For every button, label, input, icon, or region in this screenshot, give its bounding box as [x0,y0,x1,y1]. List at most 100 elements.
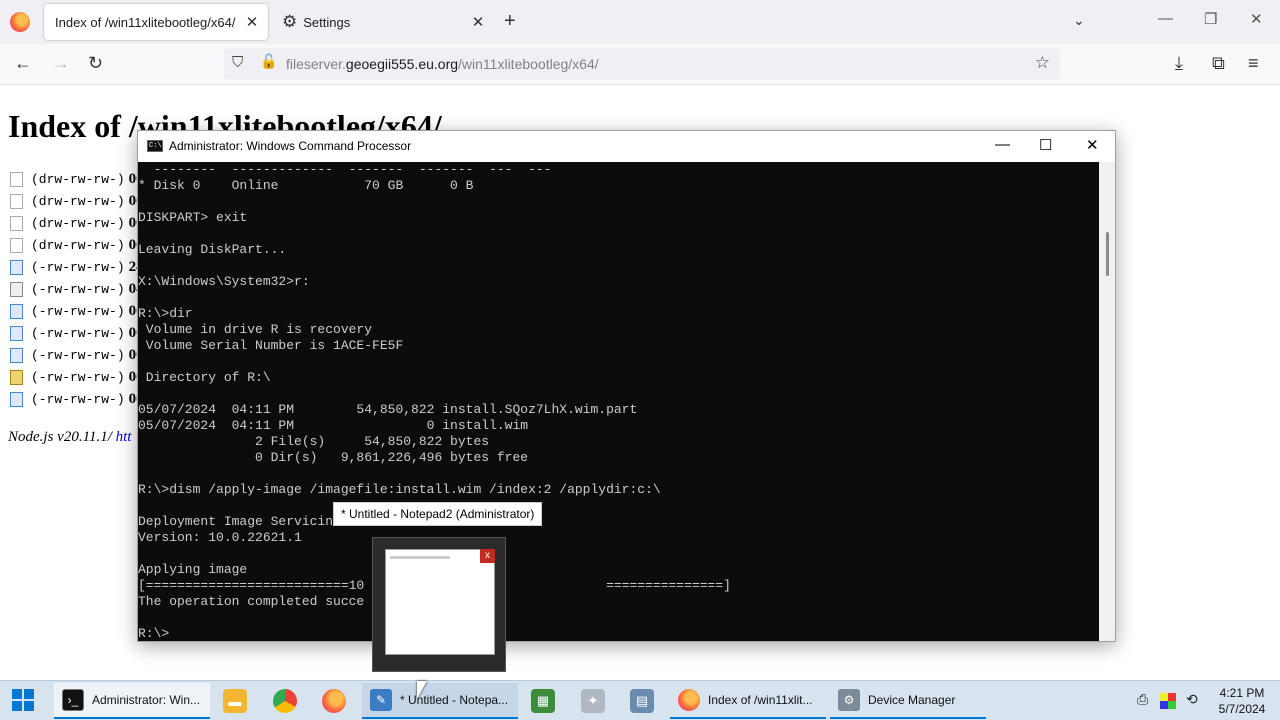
cmd-window-title: Administrator: Windows Command Processor [169,139,412,153]
list-item[interactable]: (-rw-rw-rw-)24 [10,256,144,278]
list-item[interactable]: (-rw-rw-rw-)06 [10,300,144,322]
device-manager-icon: ⚙ [838,689,860,711]
close-window-icon[interactable]: ✕ [1250,10,1263,28]
console-line: Leaving DiskPart... [138,242,287,257]
list-item[interactable]: (drw-rw-rw-)06 [10,212,144,234]
tab-bar: Index of /win11xlitebootleg/x64/ ✕ ⚙ Set… [0,0,1280,44]
tool-app-icon[interactable]: ✦ [581,689,605,713]
tab-index[interactable]: Index of /win11xlitebootleg/x64/ ✕ [44,4,268,40]
notepad2-icon: ✎ [370,689,392,711]
cmd-app-icon: C:\ [147,140,163,152]
console-line: Deployment Image Servicin [138,514,334,529]
chrome-icon[interactable] [273,689,297,713]
permissions-text: (drw-rw-rw-) [31,171,125,187]
tab-label: Index of /win11xlitebootleg/x64/ [55,14,236,30]
console-line: 2 File(s) 54,850,822 bytes [138,434,490,449]
document-icon [10,391,23,407]
console-output[interactable]: -------- ------------- ------- ------- -… [138,162,1099,641]
taskbar-preview-tooltip: * Untitled - Notepad2 (Administrator) [333,502,543,526]
url-text[interactable]: fileserver.geoegii555.eu.org/win11xliteb… [286,56,599,72]
forward-arrow-icon[interactable]: → [52,53,70,74]
system-clock[interactable]: 4:21 PM 5/7/2024 [1210,685,1274,717]
console-line: * Disk 0 Online 70 GB 0 B [138,178,474,193]
back-arrow-icon[interactable]: ← [14,53,32,74]
list-item[interactable]: (drw-rw-rw-)06 [10,168,144,190]
sync-tray-icon[interactable]: ⟲ [1186,691,1198,708]
console-line: DISKPART> exit [138,210,248,225]
tab-settings[interactable]: ⚙ Settings ✕ [272,4,494,40]
cmd-title-bar[interactable]: C:\ Administrator: Windows Command Proce… [138,131,1115,162]
permissions-text: (-rw-rw-rw-) [31,347,125,363]
calculator-icon[interactable]: ▤ [630,689,654,713]
taskbar-item-cmd[interactable]: ›_ Administrator: Win... [54,683,210,719]
console-scrollbar[interactable] [1099,162,1115,641]
console-line: 05/07/2024 04:11 PM 54,850,822 install.S… [138,402,638,417]
bookmark-star-icon[interactable]: ☆ [1035,53,1050,73]
permissions-text: (-rw-rw-rw-) [31,369,125,385]
list-all-tabs-icon[interactable]: ⌄ [1073,12,1085,29]
list-item[interactable]: (drw-rw-rw-)06 [10,234,144,256]
taskbar-item-device-manager[interactable]: ⚙ Device Manager [830,683,986,719]
gear-icon: ⚙ [282,12,298,31]
taskbar-item-label: Device Manager [868,693,956,707]
server-footer: Node.js v20.11.1/ htt [8,429,132,445]
new-tab-plus-icon[interactable]: + [504,10,516,33]
start-windows-icon[interactable] [12,689,34,711]
file-explorer-icon[interactable]: ▬ [223,689,247,713]
blank-file-icon [10,171,23,187]
downloads-icon[interactable]: ⤓ [1175,53,1183,74]
close-tab-icon[interactable]: ✕ [240,13,264,31]
permissions-text: (-rw-rw-rw-) [31,303,125,319]
spreadsheet-app-icon[interactable]: ▦ [531,689,555,713]
footer-link[interactable]: htt [116,429,132,445]
console-line: 05/07/2024 04:11 PM 0 install.wim [138,418,529,433]
notepad-thumbnail-image [385,549,495,655]
network-tray-icon[interactable]: ⎙ [1137,691,1148,708]
list-item[interactable]: (-rw-rw-rw-)06 [10,322,144,344]
extensions-icon[interactable]: ⧉ [1212,53,1225,74]
minimize-icon[interactable]: — [995,136,1010,153]
console-line: X:\Windows\System32>r: [138,274,310,289]
blank-file-icon [10,237,23,253]
console-line: Volume in drive R is recovery [138,322,373,337]
document-icon [10,303,23,319]
console-line: Applying image [138,562,248,577]
console-line: R:\>dism /apply-image /imagefile:install… [138,482,661,497]
insecure-lock-icon[interactable]: 🔓 [260,53,277,70]
command-prompt-window[interactable]: C:\ Administrator: Windows Command Proce… [137,130,1116,642]
color-app-tray-icon[interactable] [1160,693,1176,709]
console-line: R:\>dir [138,306,193,321]
taskbar-item-notepad[interactable]: ✎ * Untitled - Notepa... [362,683,518,719]
maximize-icon[interactable]: ☐ [1039,136,1052,154]
close-preview-icon[interactable]: x [480,549,495,563]
firefox-icon[interactable] [322,689,346,713]
taskbar-item-label: Index of /win11xlit... [708,693,813,707]
list-item[interactable]: (drw-rw-rw-)06 [10,190,144,212]
taskbar-item-firefox[interactable]: Index of /win11xlit... [670,683,826,719]
firefox-logo-icon[interactable] [10,12,30,32]
list-item[interactable]: (-rw-rw-rw-)04 [10,278,144,300]
reload-icon[interactable]: ↻ [88,53,103,74]
console-line: Directory of R:\ [138,370,271,385]
list-item[interactable]: (-rw-rw-rw-)06 [10,388,144,410]
notepad-thumbnail-preview[interactable]: x [372,537,506,672]
close-tab-icon[interactable]: ✕ [466,13,490,31]
close-window-icon[interactable]: ✕ [1086,136,1099,154]
list-item[interactable]: (-rw-rw-rw-)06 [10,344,144,366]
console-line: [==========================10 ==========… [138,578,731,593]
console-line: R:\> [138,626,170,641]
clock-time: 4:21 PM [1219,686,1265,700]
menu-hamburger-icon[interactable]: ≡ [1248,53,1259,74]
list-item[interactable]: (-rw-rw-rw-)06 [10,366,144,388]
minimize-icon[interactable]: — [1158,10,1173,27]
tab-label: Settings [303,14,351,30]
scrollbar-thumb[interactable] [1106,232,1109,276]
restore-icon[interactable]: ❐ [1204,10,1217,28]
address-bar[interactable]: ⛉ 🔓 fileserver.geoegii555.eu.org/win11xl… [224,48,1060,80]
shield-icon[interactable]: ⛉ [232,54,243,71]
